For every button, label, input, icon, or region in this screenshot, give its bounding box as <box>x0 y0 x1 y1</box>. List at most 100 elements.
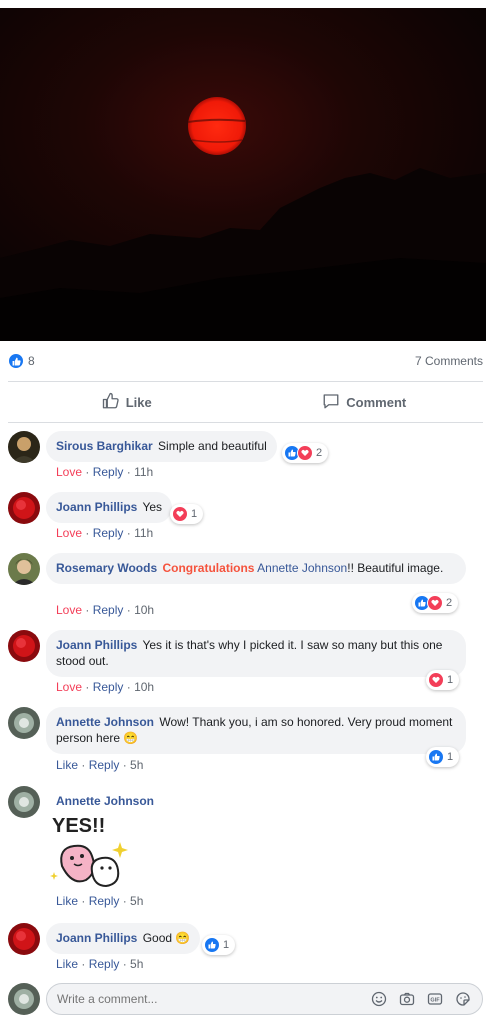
gif-icon[interactable]: GIF <box>426 990 444 1008</box>
like-reaction-icon <box>428 749 444 765</box>
love-reaction-icon <box>297 445 313 461</box>
sticker-icon[interactable] <box>454 990 472 1008</box>
reaction-count: 1 <box>447 674 454 686</box>
comment-text: Good 😁 <box>142 931 191 945</box>
avatar[interactable] <box>8 923 40 955</box>
commenter-name[interactable]: Joann Phillips <box>56 500 137 514</box>
comment-reactions[interactable]: 2 <box>412 593 459 613</box>
comment-reactions[interactable]: 1 <box>170 504 204 524</box>
commenter-name[interactable]: Sirous Barghikar <box>56 439 153 453</box>
reply-link[interactable]: Reply <box>93 603 124 617</box>
comment-bubble: Joann Phillips Yes <box>46 492 173 523</box>
commenter-name[interactable]: Annette Johnson <box>56 715 154 729</box>
reaction-count: 2 <box>316 447 323 459</box>
sticker[interactable]: YES!! <box>48 812 132 892</box>
reaction-count: 1 <box>447 751 454 763</box>
reply-link[interactable]: Reply <box>89 758 120 772</box>
camera-icon[interactable] <box>398 990 416 1008</box>
love-reaction-icon <box>428 672 444 688</box>
reply-link[interactable]: Reply <box>93 526 124 540</box>
comment-text: Yes <box>142 500 163 514</box>
thumbs-up-icon <box>102 392 120 413</box>
comment-meta: Like · Reply · 5h <box>56 957 144 971</box>
comment-input[interactable] <box>57 992 370 1006</box>
comment-time[interactable]: 5h <box>130 758 143 772</box>
comment-bubble-icon <box>322 392 340 413</box>
avatar[interactable] <box>8 492 40 524</box>
love-link[interactable]: Love <box>56 603 82 617</box>
comments-count-link[interactable]: 7 Comments <box>415 354 483 368</box>
comment-meta: Love · Reply · 11h <box>56 526 154 540</box>
comment-time[interactable]: 11h <box>134 526 153 540</box>
commenter-name[interactable]: Rosemary Woods <box>56 561 157 575</box>
comment-button[interactable]: Comment <box>246 383 484 421</box>
tagged-user[interactable]: Annette Johnson <box>257 561 347 575</box>
love-link[interactable]: Love <box>56 465 82 479</box>
love-link[interactable]: Love <box>56 680 82 694</box>
reply-link[interactable]: Reply <box>89 957 120 971</box>
reply-link[interactable]: Reply <box>93 680 124 694</box>
post-actions: Like Comment <box>8 383 483 421</box>
comment-button-label: Comment <box>346 394 407 410</box>
post-photo[interactable] <box>0 8 486 341</box>
congratulations-highlight: Congratulations <box>162 561 255 575</box>
like-link[interactable]: Like <box>56 957 78 971</box>
comment-bubble: Joann Phillips Good 😁 <box>46 923 201 954</box>
my-avatar[interactable] <box>8 983 40 1015</box>
comment-time[interactable]: 5h <box>130 894 143 908</box>
love-reaction-icon <box>427 595 443 611</box>
reaction-summary[interactable]: 8 <box>8 353 35 369</box>
like-link[interactable]: Like <box>56 758 78 772</box>
svg-text:GIF: GIF <box>430 998 440 1004</box>
divider <box>8 422 483 423</box>
commenter-name[interactable]: Annette Johnson <box>56 794 154 808</box>
reply-link[interactable]: Reply <box>89 894 120 908</box>
comment-header: Annette Johnson <box>56 794 154 808</box>
comment-bubble: Joann Phillips Yes it is that's why I pi… <box>46 630 466 677</box>
love-link[interactable]: Love <box>56 526 82 540</box>
comment-reactions[interactable]: 1 <box>426 747 460 767</box>
like-reaction-icon <box>204 937 220 953</box>
avatar[interactable] <box>8 553 40 585</box>
like-button-label: Like <box>125 394 152 410</box>
comment-bubble: Annette Johnson Wow! Thank you, i am so … <box>46 707 466 754</box>
like-link[interactable]: Like <box>56 894 78 908</box>
comment-reactions[interactable]: 1 <box>202 935 236 955</box>
avatar[interactable] <box>8 431 40 463</box>
sticker-text: YES!! <box>52 815 105 837</box>
comment-reactions[interactable]: 2 <box>282 443 329 463</box>
comment-meta: Love · Reply · 11h <box>56 465 154 479</box>
divider <box>8 381 483 382</box>
commenter-name[interactable]: Joann Phillips <box>56 931 137 945</box>
comment-time[interactable]: 10h <box>134 680 154 694</box>
reply-link[interactable]: Reply <box>93 465 124 479</box>
avatar[interactable] <box>8 630 40 662</box>
avatar[interactable] <box>8 786 40 818</box>
composer-icons: GIF <box>370 990 472 1008</box>
sunset-image <box>0 8 486 341</box>
reaction-count: 1 <box>223 939 230 951</box>
like-button[interactable]: Like <box>8 383 246 421</box>
reaction-stats-bar: 8 7 Comments <box>8 352 483 370</box>
comment-reactions[interactable]: 1 <box>426 670 460 690</box>
comment-meta: Like · Reply · 5h <box>56 894 144 908</box>
like-reaction-icon <box>8 353 24 369</box>
love-reaction-icon <box>172 506 188 522</box>
avatar[interactable] <box>8 707 40 739</box>
comment-bubble: Sirous Barghikar Simple and beautiful <box>46 431 277 462</box>
comment-time[interactable]: 10h <box>134 603 154 617</box>
comment-bubble: Rosemary Woods Congratulations Annette J… <box>46 553 466 584</box>
reaction-count: 1 <box>191 508 198 520</box>
comment-meta: Like · Reply · 5h <box>56 758 144 772</box>
comment-text: Simple and beautiful <box>158 439 267 453</box>
comment-meta: Love · Reply · 10h <box>56 680 155 694</box>
reaction-count: 8 <box>28 354 35 368</box>
comment-time[interactable]: 5h <box>130 957 143 971</box>
reaction-count: 2 <box>446 597 453 609</box>
comment-composer: GIF <box>46 983 483 1015</box>
comment-time[interactable]: 11h <box>134 465 153 479</box>
comment-meta: Love · Reply · 10h <box>56 603 155 617</box>
commenter-name[interactable]: Joann Phillips <box>56 638 137 652</box>
emoji-icon[interactable] <box>370 990 388 1008</box>
comment-text: !! Beautiful image. <box>347 561 444 575</box>
